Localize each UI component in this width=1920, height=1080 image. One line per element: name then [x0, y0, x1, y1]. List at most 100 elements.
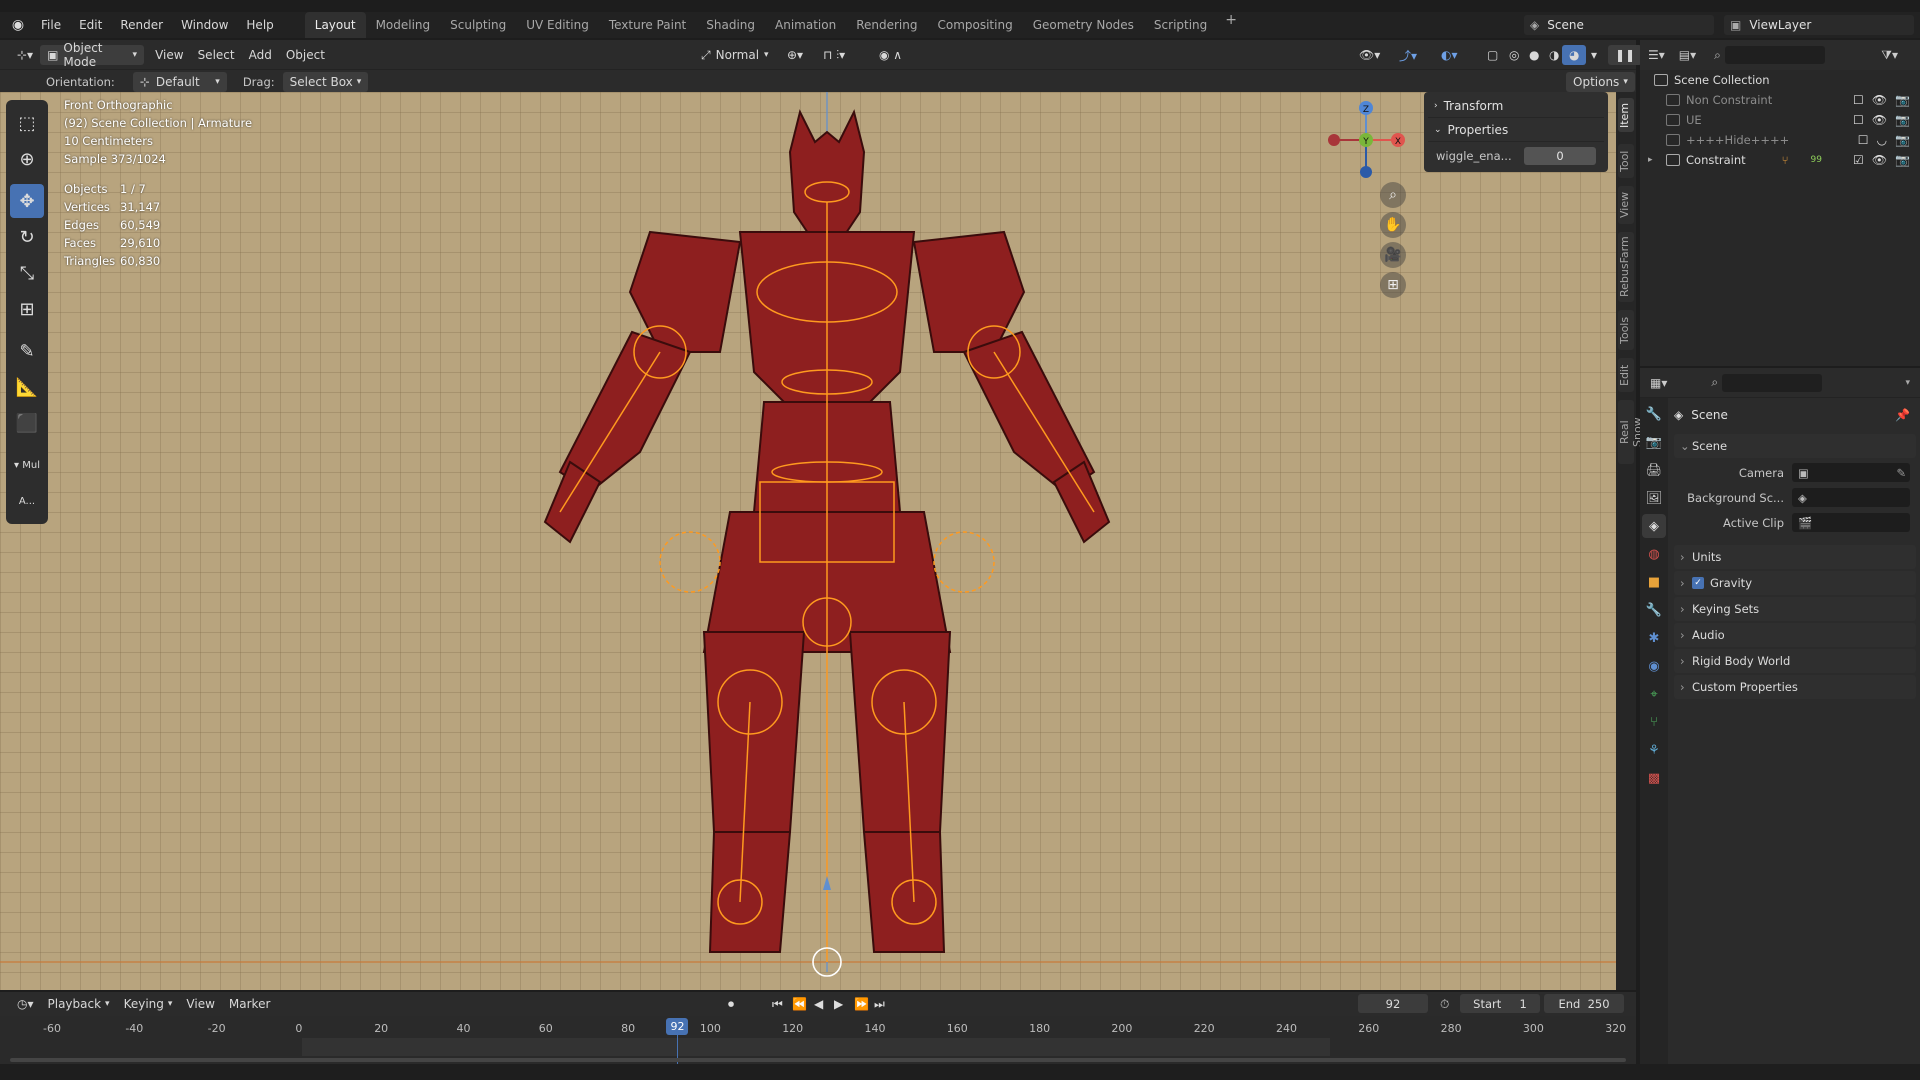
transform-icon[interactable]: ⊞ — [10, 292, 44, 326]
eyedropper-icon[interactable]: ✎ — [1896, 466, 1906, 480]
constraints-tab-icon[interactable]: ⌖ — [1642, 682, 1666, 706]
texture-tab-icon[interactable]: ▩ — [1642, 766, 1666, 790]
view-filter-icon[interactable]: ▤▾ — [1679, 48, 1696, 62]
annotate-icon[interactable]: ✎ — [10, 334, 44, 368]
prev-keyframe-icon[interactable]: ⏪ — [792, 997, 807, 1011]
shading-options-icon[interactable]: ▾ — [1584, 45, 1604, 65]
exclude-checkbox-icon[interactable]: ☑ — [1853, 153, 1864, 167]
render-tab-icon[interactable]: 📷 — [1642, 430, 1666, 454]
camera-icon[interactable]: 📷 — [1895, 133, 1910, 147]
mul-addon[interactable]: ▾ Mul — [10, 448, 44, 482]
list-item[interactable]: UE ☐ 👁 📷 — [1640, 110, 1920, 130]
eye-hidden-icon[interactable]: ◡ — [1877, 133, 1887, 147]
menu-keying[interactable]: Keying ▾ — [117, 994, 180, 1014]
tab-texture-paint[interactable]: Texture Paint — [599, 12, 696, 38]
background-scene-field[interactable]: ◈ — [1792, 488, 1910, 507]
3d-viewport[interactable] — [0, 92, 1616, 990]
blender-logo-icon[interactable]: ◉ — [8, 15, 28, 35]
zoom-icon[interactable]: ⌕ — [1380, 182, 1406, 208]
display-mode-icon[interactable]: ☰▾ — [1648, 48, 1665, 62]
menu-object[interactable]: Object — [279, 45, 332, 65]
gizmo-y-label[interactable]: Y — [1362, 137, 1369, 147]
gravity-panel-header[interactable]: › ✓ Gravity — [1674, 571, 1916, 595]
view-layer-selector[interactable]: ▣ ViewLayer — [1724, 15, 1914, 35]
tab-scripting[interactable]: Scripting — [1144, 12, 1217, 38]
cursor-icon[interactable]: ⊕ — [10, 142, 44, 176]
search-icon[interactable]: ⌕ — [1714, 48, 1721, 63]
gizmo-z-label[interactable]: Z — [1363, 105, 1369, 115]
filter-icon[interactable]: ⧩▾ — [1881, 48, 1898, 63]
bone-tab-icon[interactable]: ⚘ — [1642, 738, 1666, 762]
chevron-down-icon[interactable]: ▾ — [1905, 378, 1910, 388]
menu-marker[interactable]: Marker — [222, 994, 277, 1014]
eye-icon[interactable]: 👁 — [1872, 153, 1887, 167]
chevron-right-icon[interactable]: ▸ — [1648, 155, 1653, 165]
menu-edit[interactable]: Edit — [70, 12, 111, 38]
tab-animation[interactable]: Animation — [765, 12, 846, 38]
measure-icon[interactable]: 📐 — [10, 370, 44, 404]
tab-compositing[interactable]: Compositing — [927, 12, 1022, 38]
add-workspace-icon[interactable]: + — [1217, 12, 1245, 38]
exclude-checkbox-icon[interactable]: ☐ — [1853, 93, 1864, 107]
output-tab-icon[interactable]: 🖨 — [1642, 458, 1666, 482]
tab-uv-editing[interactable]: UV Editing — [516, 12, 599, 38]
camera-view-icon[interactable]: 🎥 — [1380, 242, 1406, 268]
tab-modeling[interactable]: Modeling — [366, 12, 441, 38]
gizmo-toggle-icon[interactable]: ⤴▾ — [1392, 45, 1424, 65]
addon-a-button[interactable]: A... — [10, 484, 44, 518]
tool-tab-icon[interactable]: 🔧 — [1642, 402, 1666, 426]
jump-end-icon[interactable]: ⏭ — [874, 997, 885, 1012]
keying-sets-panel-header[interactable]: › Keying Sets — [1674, 597, 1916, 621]
exclude-checkbox-icon[interactable]: ☐ — [1853, 113, 1864, 127]
view-layer-tab-icon[interactable]: 🖼 — [1642, 486, 1666, 510]
tab-rendering[interactable]: Rendering — [846, 12, 927, 38]
camera-icon[interactable]: 📷 — [1895, 153, 1910, 167]
tab-rebusfarm[interactable]: RebusFarm — [1618, 232, 1634, 302]
editor-type-icon[interactable]: ⊹▾ — [10, 45, 40, 65]
scene-panel-header[interactable]: ⌄ Scene — [1674, 434, 1916, 458]
tab-item[interactable]: Item — [1618, 98, 1634, 132]
gravity-checkbox[interactable]: ✓ — [1692, 577, 1704, 589]
eye-icon[interactable]: 👁 — [1872, 113, 1887, 127]
data-tab-icon[interactable]: ⑂ — [1642, 710, 1666, 734]
editor-type-icon[interactable]: ◷▾ — [10, 994, 41, 1014]
list-item[interactable]: ▸ Constraint ⑂ 99 ☑ 👁 📷 — [1640, 150, 1920, 170]
rotate-icon[interactable]: ↻ — [10, 220, 44, 254]
navigation-gizmo[interactable]: Z X Y — [1322, 96, 1412, 186]
menu-render[interactable]: Render — [111, 12, 172, 38]
camera-field[interactable]: ▣ ✎ — [1792, 463, 1910, 482]
eye-icon[interactable]: 👁 — [1872, 93, 1887, 107]
start-frame-field[interactable]: Start 1 — [1460, 994, 1540, 1013]
tab-layout[interactable]: Layout — [304, 12, 366, 38]
jump-start-icon[interactable]: ⏮ — [772, 997, 783, 1012]
tab-edit[interactable]: Edit — [1618, 358, 1634, 392]
end-frame-field[interactable]: End 250 — [1544, 994, 1624, 1013]
search-input[interactable] — [1724, 46, 1825, 64]
menu-select[interactable]: Select — [191, 45, 242, 65]
custom-properties-panel-header[interactable]: › Custom Properties — [1674, 675, 1916, 699]
pause-render-icon[interactable]: ❚❚ — [1608, 45, 1643, 65]
mode-dropdown[interactable]: ▣ Object Mode ▾ — [40, 41, 145, 69]
camera-icon[interactable]: 📷 — [1895, 93, 1910, 107]
scene-tab-icon[interactable]: ◈ — [1642, 514, 1666, 538]
camera-icon[interactable]: 📷 — [1895, 113, 1910, 127]
tab-tools[interactable]: Tools — [1618, 310, 1634, 350]
list-item[interactable]: ++++Hide++++ ☐ ◡ 📷 — [1640, 130, 1920, 150]
search-icon[interactable]: ⌕ — [1711, 375, 1718, 390]
properties-panel-header[interactable]: ⌄ Properties — [1428, 118, 1604, 142]
scale-icon[interactable]: ⤡ — [10, 256, 44, 290]
overlays-icon[interactable]: ◐▾ — [1434, 45, 1465, 65]
tab-real-snow[interactable]: Real Snow — [1618, 400, 1644, 464]
drag-dropdown[interactable]: Select Box ▾ — [282, 71, 369, 92]
transform-panel-header[interactable]: › Transform — [1428, 94, 1604, 118]
timeline[interactable]: -60 -40 -20 0 20 40 60 80 100 120 140 160 180 200 220 2… — [0, 1016, 1636, 1064]
play-reverse-icon[interactable]: ◀ — [814, 997, 823, 1011]
editor-type-icon[interactable]: ▦▾ — [1650, 376, 1667, 390]
modifiers-tab-icon[interactable]: 🔧 — [1642, 598, 1666, 622]
move-icon[interactable]: ✥ — [10, 184, 44, 218]
gizmo-x-label[interactable]: X — [1395, 137, 1401, 147]
search-input[interactable] — [1722, 373, 1823, 392]
tab-sculpting[interactable]: Sculpting — [440, 12, 516, 38]
object-tab-icon[interactable]: ■ — [1642, 570, 1666, 594]
menu-add[interactable]: Add — [242, 45, 279, 65]
